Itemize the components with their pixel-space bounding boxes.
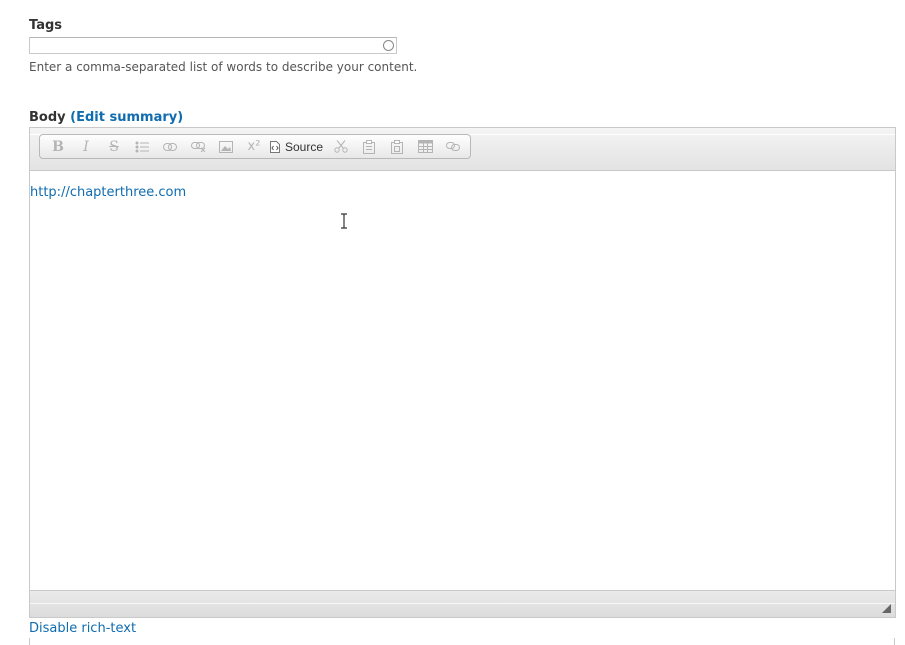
editor-status-bar [30,590,895,617]
edit-summary-link[interactable]: Edit summary [76,110,177,125]
bold-button[interactable]: B [44,136,72,157]
scissors-icon [334,140,348,153]
paste-button[interactable] [383,136,411,157]
editor-toolbar: B I S x² Source [39,134,471,159]
link-button[interactable] [156,136,184,157]
resize-handle-icon[interactable] [882,604,891,613]
paren-close: ) [177,110,184,125]
unlink-icon [190,141,205,152]
editor-toolbar-area: B I S x² Source [30,128,895,171]
paste-icon [391,139,404,154]
editor-content-area[interactable]: http://chapterthree.com [30,171,895,590]
media-link-button[interactable] [439,136,467,157]
italic-button[interactable]: I [72,136,100,157]
next-field-border-right [894,638,895,645]
next-field-border [29,638,30,645]
source-button-label: Source [285,139,324,154]
tags-input[interactable] [29,37,397,54]
autocomplete-throbber-icon [383,40,394,51]
superscript-button[interactable]: x² [240,136,268,157]
strikethrough-button[interactable]: S [100,136,128,157]
bulleted-list-icon [135,141,149,152]
source-button[interactable]: Source [268,136,327,157]
cut-button[interactable] [327,136,355,157]
link-icon [163,142,177,151]
unlink-button[interactable] [184,136,212,157]
body-label-text: Body [29,110,66,125]
tags-description: Enter a comma-separated list of words to… [29,60,418,74]
tags-label: Tags [29,18,63,33]
table-icon [417,140,433,153]
text-cursor-icon [341,213,347,229]
bulleted-list-button[interactable] [128,136,156,157]
image-icon [219,140,233,153]
content-link[interactable]: http://chapterthree.com [30,185,186,200]
image-button[interactable] [212,136,240,157]
body-label: Body (Edit summary) [29,110,183,125]
disable-rich-text-link[interactable]: Disable rich-text [29,621,136,636]
table-button[interactable] [411,136,439,157]
clipboard-icon [363,139,376,154]
chain-link-icon [445,142,460,151]
rich-text-editor: B I S x² Source http://chapterthree.com [29,127,896,618]
copy-button[interactable] [355,136,383,157]
source-icon [270,140,280,153]
